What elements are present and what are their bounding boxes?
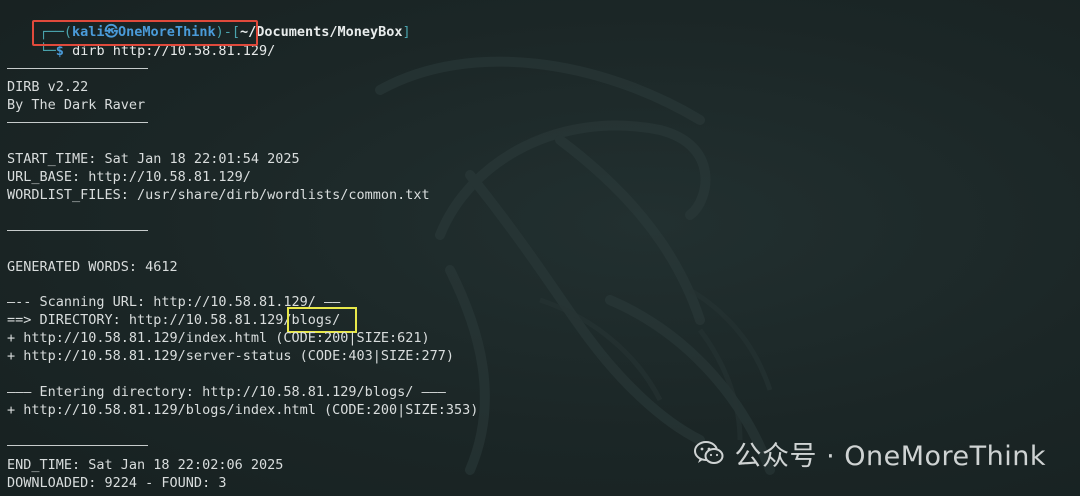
url-base: URL_BASE: http://10.58.81.129/ <box>7 169 251 185</box>
watermark-text: 公众号 · OneMoreThink <box>734 440 1046 472</box>
terminal-window[interactable]: ┌──(kali㉿OneMoreThink)-[~/Documents/Mone… <box>0 0 1080 496</box>
result-line: + http://10.58.81.129/index.html (CODE:2… <box>7 330 430 346</box>
wechat-watermark: 公众号 · OneMoreThink <box>694 436 1046 472</box>
kali-dragon-watermark <box>375 56 775 475</box>
end-time: END_TIME: Sat Jan 18 22:02:06 2025 <box>7 457 284 473</box>
entering-directory: ——— Entering directory: http://10.58.81.… <box>7 384 446 400</box>
generated-words: GENERATED WORDS: 4612 <box>7 259 178 275</box>
prompt-end: ] <box>402 24 411 40</box>
wechat-icon <box>694 441 724 464</box>
start-time: START_TIME: Sat Jan 18 22:01:54 2025 <box>7 151 300 167</box>
banner-name: DIRB v2.22 <box>7 79 89 95</box>
banner-author: By The Dark Raver <box>7 97 146 113</box>
download-summary: DOWNLOADED: 9224 - FOUND: 3 <box>7 475 227 491</box>
result-line: + http://10.58.81.129/blogs/index.html (… <box>7 402 479 418</box>
separator <box>7 122 148 123</box>
separator <box>7 230 148 231</box>
wordlist-files: WORDLIST_FILES: /usr/share/dirb/wordlist… <box>7 187 430 203</box>
result-line: + http://10.58.81.129/server-status (COD… <box>7 348 455 364</box>
separator <box>7 68 148 69</box>
command-highlight-box <box>32 20 258 46</box>
separator <box>7 445 148 446</box>
